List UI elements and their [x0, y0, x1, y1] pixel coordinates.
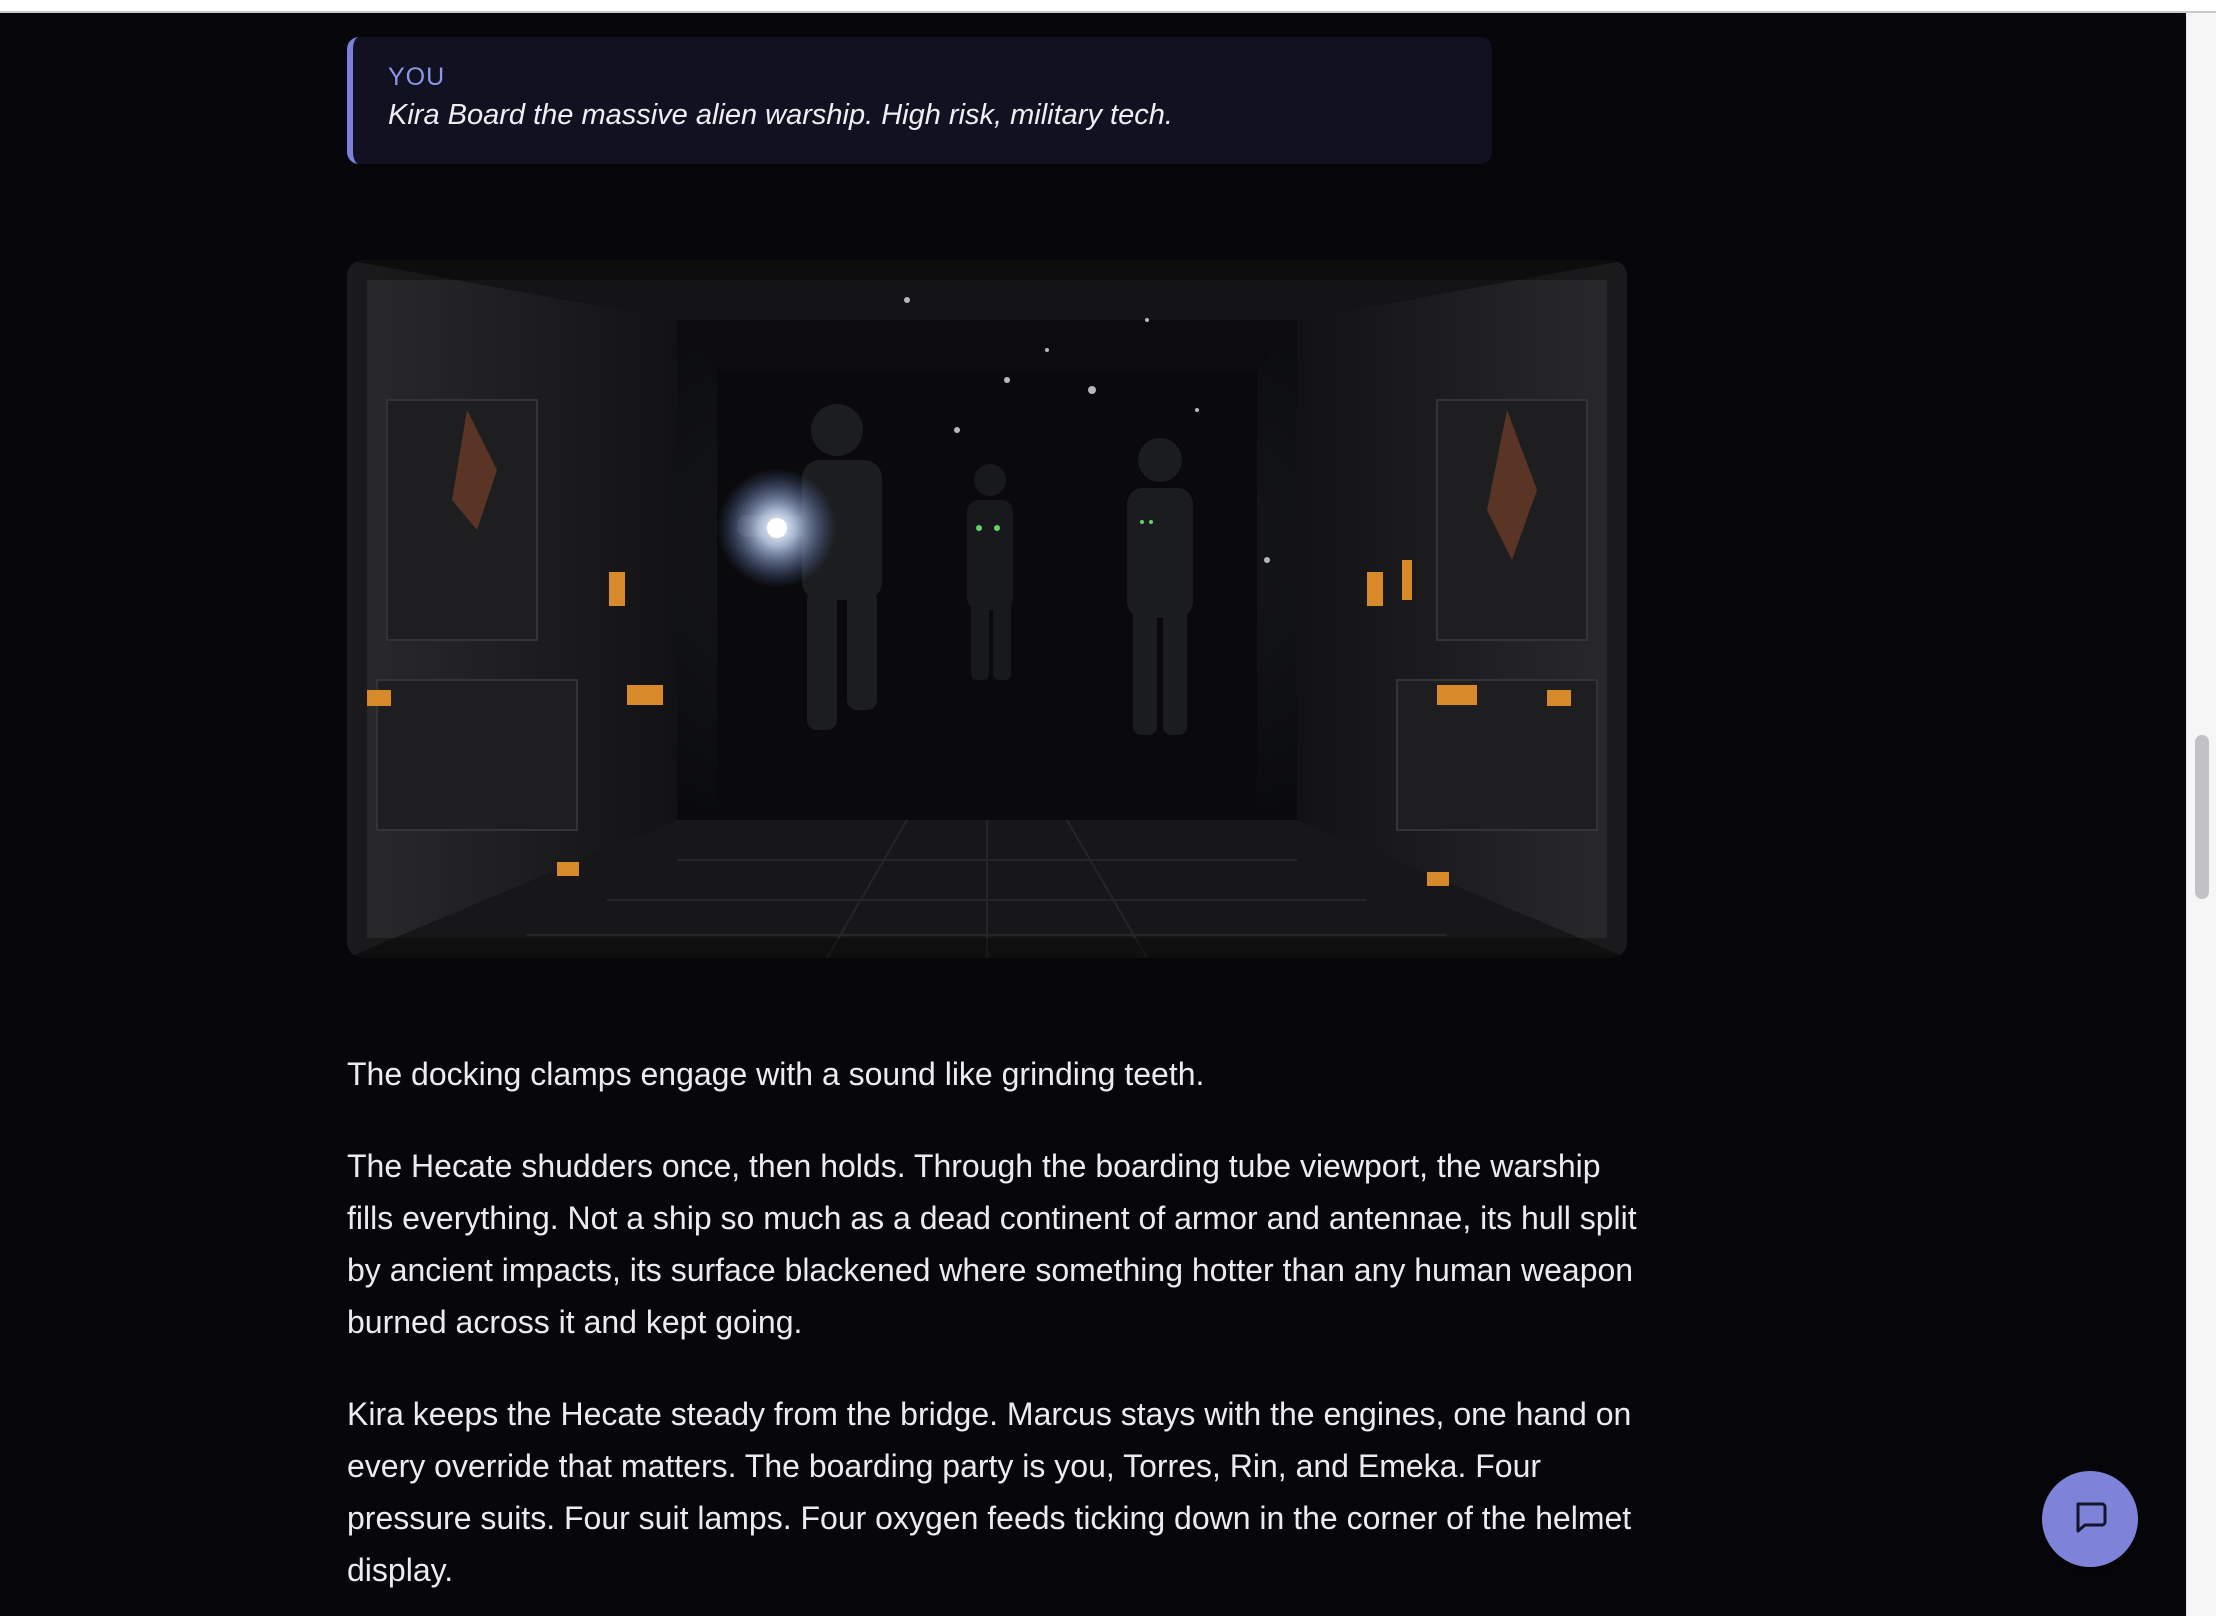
narration-text: The docking clamps engage with a sound l… [347, 1048, 1647, 1616]
chat-button[interactable] [2042, 1471, 2138, 1567]
scene-illustration [347, 260, 1627, 958]
browser-top-edge [0, 0, 2216, 13]
narration-paragraph: Kira keeps the Hecate steady from the br… [347, 1396, 1632, 1588]
narration-paragraph: The docking clamps engage with a sound l… [347, 1056, 1205, 1092]
scrollbar-thumb[interactable] [2195, 735, 2209, 899]
speaker-label: YOU [388, 63, 446, 91]
scrollbar[interactable] [2186, 13, 2216, 1616]
player-action-text: Kira Board the massive alien warship. Hi… [388, 99, 1173, 131]
story-viewport: YOU Kira Board the massive alien warship… [0, 13, 2186, 1616]
chat-bubble-icon [2070, 1497, 2110, 1542]
player-turn-card: YOU Kira Board the massive alien warship… [347, 37, 1492, 164]
narration-paragraph: The Hecate shudders once, then holds. Th… [347, 1148, 1637, 1340]
